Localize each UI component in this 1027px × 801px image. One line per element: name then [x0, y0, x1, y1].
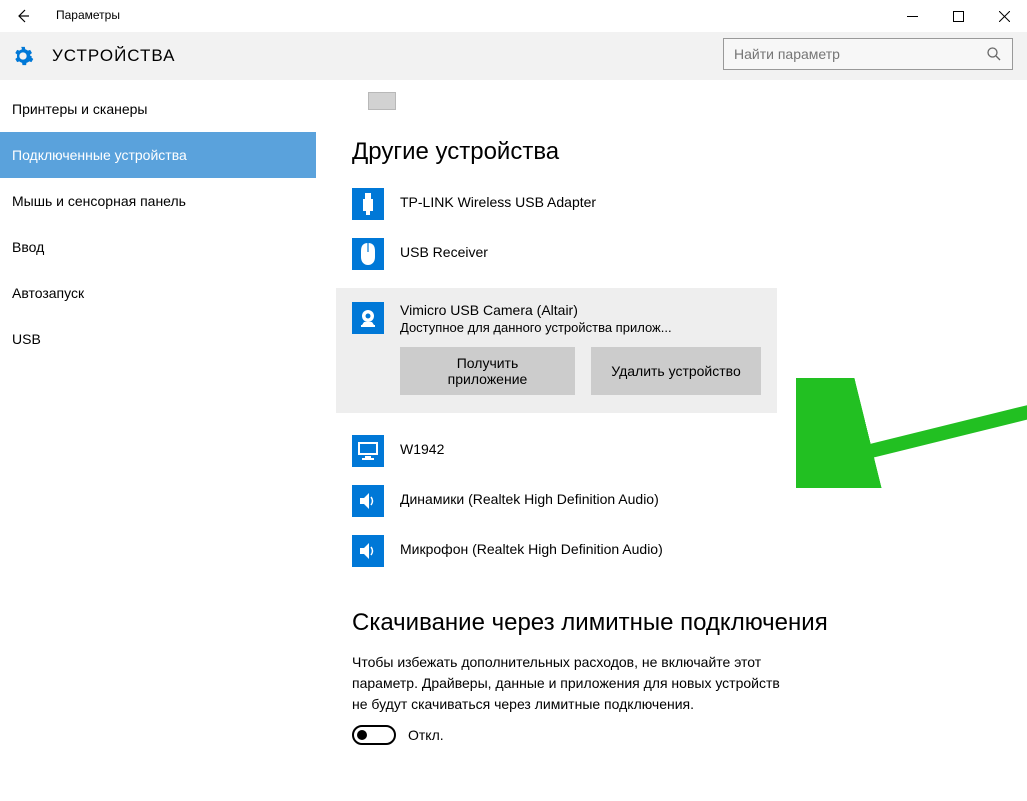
sidebar-item-connected-devices[interactable]: Подключенные устройства	[0, 132, 316, 178]
device-item[interactable]: Динамики (Realtek High Definition Audio)	[352, 485, 1027, 517]
device-item[interactable]: W1942	[352, 435, 1027, 467]
monitor-icon	[352, 435, 384, 467]
main: Принтеры и сканеры Подключенные устройст…	[0, 80, 1027, 801]
maximize-button[interactable]	[935, 0, 981, 32]
sidebar: Принтеры и сканеры Подключенные устройст…	[0, 80, 316, 801]
content: Другие устройства TP-LINK Wireless USB A…	[316, 80, 1027, 801]
header: УСТРОЙСТВА	[0, 32, 1027, 80]
toggle-label: Откл.	[408, 727, 444, 743]
search-input[interactable]	[724, 46, 976, 62]
device-actions: Получить приложение Удалить устройство	[400, 347, 761, 395]
annotation-arrow-icon	[796, 378, 1027, 488]
sidebar-item-label: Мышь и сенсорная панель	[12, 193, 186, 209]
section-metered-title: Скачивание через лимитные подключения	[352, 607, 1027, 638]
metered-toggle[interactable]	[352, 725, 396, 745]
maximize-icon	[953, 11, 964, 22]
device-label: TP-LINK Wireless USB Adapter	[400, 188, 596, 210]
mic-icon	[352, 535, 384, 567]
section-other-devices-title: Другие устройства	[352, 138, 1027, 166]
device-label: W1942	[400, 435, 444, 457]
speaker-icon	[352, 485, 384, 517]
device-label: Динамики (Realtek High Definition Audio)	[400, 485, 659, 507]
device-label: USB Receiver	[400, 238, 488, 260]
get-app-button[interactable]: Получить приложение	[400, 347, 575, 395]
gear-icon	[12, 45, 34, 67]
metered-note: Чтобы избежать дополнительных расходов, …	[352, 652, 782, 715]
sidebar-item-typing[interactable]: Ввод	[0, 224, 316, 270]
device-item-selected[interactable]: Vimicro USB Camera (Altair) Доступное дл…	[336, 288, 777, 413]
device-sublabel: Доступное для данного устройства прилож.…	[400, 320, 672, 335]
search-icon	[976, 46, 1012, 62]
sidebar-item-label: USB	[12, 331, 41, 347]
scroll-remnant	[368, 92, 396, 110]
arrow-left-icon	[15, 8, 31, 24]
minimize-icon	[907, 11, 918, 22]
metered-toggle-row: Откл.	[352, 725, 1027, 745]
device-item[interactable]: TP-LINK Wireless USB Adapter	[352, 188, 1027, 220]
toggle-knob	[357, 730, 367, 740]
titlebar: Параметры	[0, 0, 1027, 32]
sidebar-item-label: Подключенные устройства	[12, 147, 187, 163]
close-icon	[999, 11, 1010, 22]
sidebar-item-label: Ввод	[12, 239, 44, 255]
page-title: УСТРОЙСТВА	[52, 46, 176, 66]
sidebar-item-label: Принтеры и сканеры	[12, 101, 147, 117]
device-item[interactable]: USB Receiver	[352, 238, 1027, 270]
sidebar-item-usb[interactable]: USB	[0, 316, 316, 362]
camera-icon	[352, 302, 384, 334]
device-item[interactable]: Микрофон (Realtek High Definition Audio)	[352, 535, 1027, 567]
search-box[interactable]	[723, 38, 1013, 70]
sidebar-item-autoplay[interactable]: Автозапуск	[0, 270, 316, 316]
sidebar-item-label: Автозапуск	[12, 285, 84, 301]
mouse-icon	[352, 238, 384, 270]
remove-device-button[interactable]: Удалить устройство	[591, 347, 761, 395]
sidebar-item-printers[interactable]: Принтеры и сканеры	[0, 86, 316, 132]
device-label: Микрофон (Realtek High Definition Audio)	[400, 535, 663, 557]
close-button[interactable]	[981, 0, 1027, 32]
minimize-button[interactable]	[889, 0, 935, 32]
window-title: Параметры	[56, 8, 120, 22]
back-button[interactable]	[0, 0, 46, 32]
usb-adapter-icon	[352, 188, 384, 220]
sidebar-item-mouse[interactable]: Мышь и сенсорная панель	[0, 178, 316, 224]
device-label: Vimicro USB Camera (Altair)	[400, 302, 672, 318]
window-controls	[889, 0, 1027, 32]
